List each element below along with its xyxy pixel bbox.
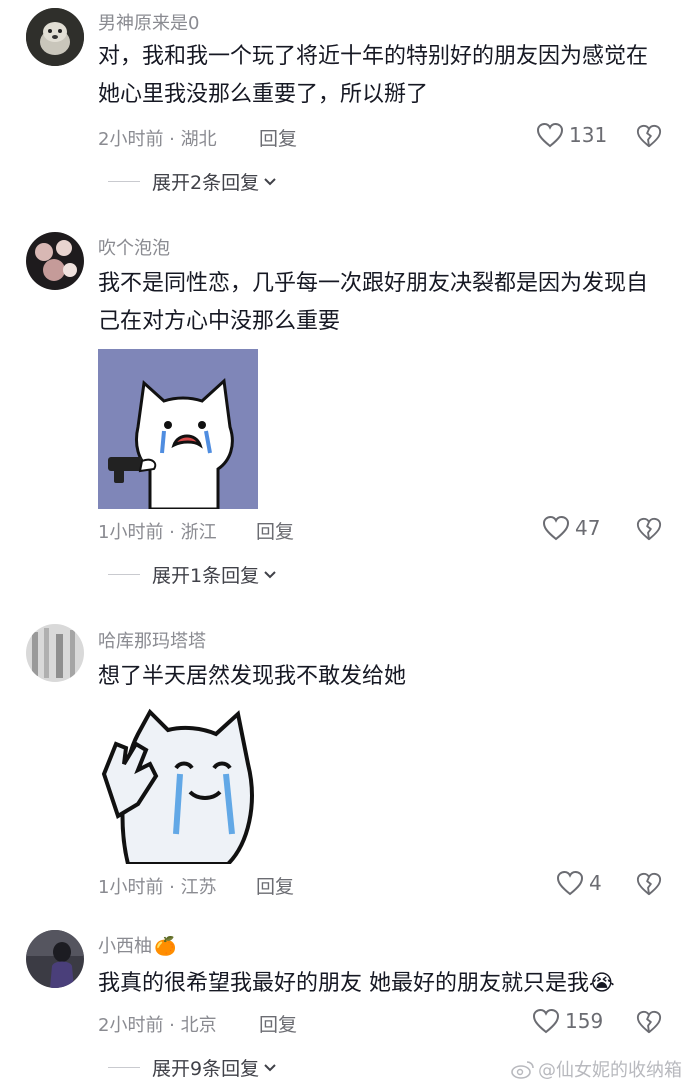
avatar[interactable] xyxy=(26,930,84,988)
username[interactable]: 男神原来是0 xyxy=(98,9,199,35)
chevron-down-icon xyxy=(264,570,276,578)
sticker-image[interactable] xyxy=(98,349,258,509)
like-count: 131 xyxy=(569,123,608,147)
reply-button[interactable]: 回复 xyxy=(259,1010,297,1037)
like-count: 47 xyxy=(575,516,601,540)
expand-replies-button[interactable]: 展开1条回复 xyxy=(108,561,278,588)
divider xyxy=(108,1067,140,1068)
weibo-logo-icon xyxy=(511,1061,534,1079)
comment-text: 想了半天居然发现我不敢发给她 xyxy=(98,664,407,689)
comment-meta: 1小时前 · 江苏 xyxy=(98,877,217,898)
reply-button[interactable]: 回复 xyxy=(256,517,294,544)
username[interactable]: 吹个泡泡 xyxy=(98,234,170,260)
broken-heart-icon[interactable] xyxy=(636,123,662,149)
divider xyxy=(108,574,140,575)
watermark: @仙女妮的收纳箱 xyxy=(511,1056,682,1082)
expand-replies-label: 展开2条回复 xyxy=(152,172,260,194)
expand-replies-button[interactable]: 展开2条回复 xyxy=(108,168,278,195)
comment-meta: 2小时前 · 北京 xyxy=(98,1015,217,1036)
like-count: 159 xyxy=(565,1009,604,1033)
avatar[interactable] xyxy=(26,624,84,682)
orange-emoji: 🍊 xyxy=(154,936,177,957)
chevron-down-icon xyxy=(264,177,276,185)
username[interactable]: 小西柚 🍊 xyxy=(98,932,176,958)
comment-text: 我不是同性恋，几乎每一次跟好朋友决裂都是因为发现自己在对方心中没那么重要 xyxy=(98,271,649,334)
like-button[interactable]: 159 xyxy=(532,1008,603,1034)
like-button[interactable]: 47 xyxy=(542,515,600,541)
broken-heart-icon[interactable] xyxy=(636,871,662,897)
like-button[interactable]: 4 xyxy=(556,870,602,896)
avatar[interactable] xyxy=(26,8,84,66)
avatar[interactable] xyxy=(26,232,84,290)
reply-button[interactable]: 回复 xyxy=(259,124,297,151)
heart-icon xyxy=(542,515,570,541)
heart-icon xyxy=(532,1008,560,1034)
comment-meta: 2小时前 · 湖北 xyxy=(98,129,217,150)
comment-text: 对，我和我一个玩了将近十年的特别好的朋友因为感觉在她心里我没那么重要了，所以掰了 xyxy=(98,44,649,107)
sticker-image[interactable] xyxy=(98,704,258,864)
username-text: 小西柚 xyxy=(98,936,152,957)
broken-heart-icon[interactable] xyxy=(636,516,662,542)
like-count: 4 xyxy=(589,871,602,895)
broken-heart-icon[interactable] xyxy=(636,1009,662,1035)
heart-icon xyxy=(536,122,564,148)
username[interactable]: 哈库那玛塔塔 xyxy=(98,627,206,653)
expand-replies-label: 展开1条回复 xyxy=(152,565,260,587)
comment-text: 我真的很希望我最好的朋友 她最好的朋友就只是我😭 xyxy=(98,971,615,996)
expand-replies-button[interactable]: 展开9条回复 xyxy=(108,1054,278,1081)
chevron-down-icon xyxy=(264,1063,276,1071)
heart-icon xyxy=(556,870,584,896)
divider xyxy=(108,181,140,182)
expand-replies-label: 展开9条回复 xyxy=(152,1058,260,1080)
reply-button[interactable]: 回复 xyxy=(256,872,294,899)
watermark-text: @仙女妮的收纳箱 xyxy=(538,1060,682,1081)
comment-meta: 1小时前 · 浙江 xyxy=(98,522,217,543)
like-button[interactable]: 131 xyxy=(536,122,607,148)
